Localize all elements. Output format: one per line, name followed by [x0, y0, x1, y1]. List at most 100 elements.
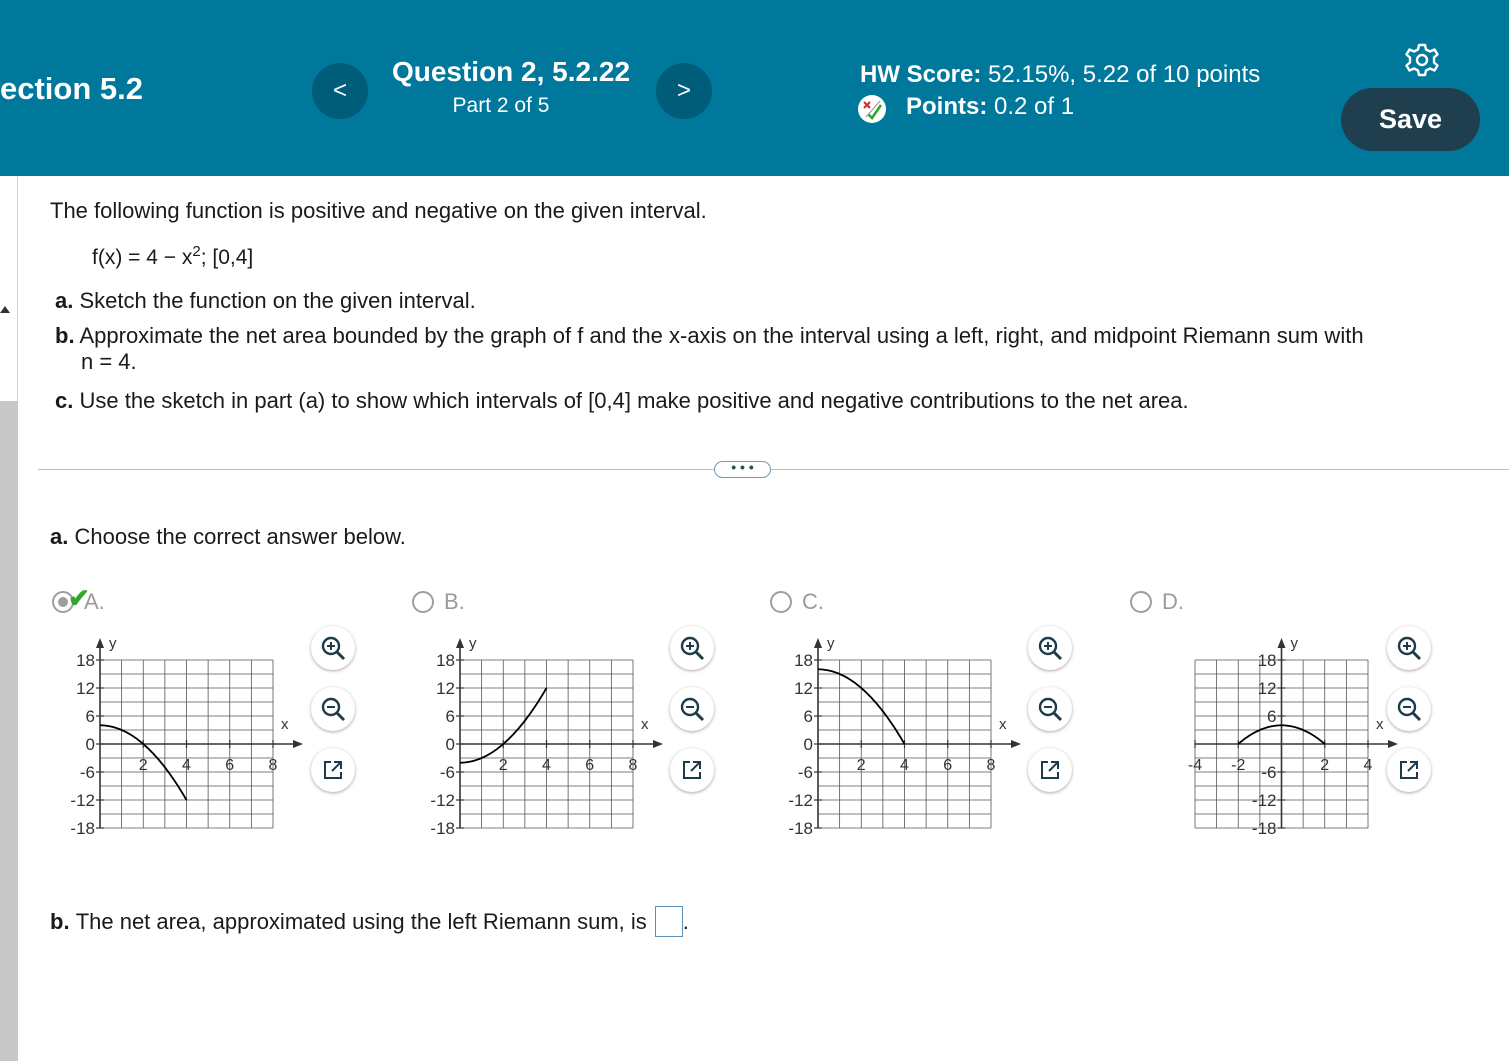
- x-tick-label: 4: [900, 757, 909, 774]
- graph-c: x y 18 12 6 0 -6 -12 -18 2 4 6 8: [788, 635, 1021, 838]
- scroll-up-arrow-icon[interactable]: [0, 306, 10, 313]
- section-title: ection 5.2: [0, 71, 143, 106]
- y-tick-label: 6: [1267, 707, 1276, 726]
- hw-score-label: HW Score:: [860, 61, 982, 88]
- x-axis-arrow: [1388, 740, 1398, 748]
- divider: [38, 469, 1509, 470]
- previous-question-button[interactable]: <: [312, 63, 368, 119]
- y-tick-label: -18: [1252, 819, 1277, 838]
- external-link-icon: [1397, 758, 1421, 782]
- x-tick-label: 4: [1364, 757, 1373, 774]
- zoom-in-button[interactable]: [311, 626, 355, 670]
- y-tick-label: -18: [430, 819, 455, 838]
- zoom-out-icon: [1396, 696, 1422, 722]
- y-tick-label: 12: [1258, 679, 1277, 698]
- external-link-button[interactable]: [311, 748, 355, 792]
- choice-a[interactable]: ✔ A.: [52, 583, 105, 615]
- chevron-left-icon: <: [332, 77, 347, 104]
- y-axis-arrow: [96, 638, 104, 648]
- x-tick-label: 8: [269, 757, 278, 774]
- y-tick-label: -6: [80, 763, 95, 782]
- radio-b[interactable]: [412, 591, 434, 613]
- problem-item-a: a. Sketch the function on the given inte…: [55, 288, 476, 314]
- graph-b: x y 18 12 6 0 -6 -12 -18 2 4 6 8: [430, 635, 663, 838]
- graph-a: x y 18 12 6 0 -6 -12 -18 2 4 6 8: [70, 635, 303, 838]
- top-bar: ection 5.2 < Question 2, 5.2.22 Part 2 o…: [0, 0, 1509, 176]
- scrollbar-thumb[interactable]: [0, 401, 18, 1061]
- graph-d: x y 18 12 6 -6 -12 -18 -4 -2 2 4: [1188, 635, 1398, 838]
- zoom-in-icon: [679, 635, 705, 661]
- choice-b-label: B.: [444, 589, 465, 614]
- item-a-text: Sketch the function on the given interva…: [79, 288, 476, 313]
- external-link-button[interactable]: [670, 748, 714, 792]
- item-b-label: b.: [55, 323, 75, 348]
- radio-a[interactable]: ✔: [52, 583, 90, 613]
- choice-d[interactable]: D.: [1130, 589, 1184, 615]
- y-tick-label: 0: [446, 735, 455, 754]
- y-axis-label: y: [109, 635, 117, 652]
- radio-d[interactable]: [1130, 591, 1152, 613]
- x-axis-arrow: [1011, 740, 1021, 748]
- zoom-out-icon: [679, 696, 705, 722]
- external-link-button[interactable]: [1387, 748, 1431, 792]
- y-tick-label: -6: [440, 763, 455, 782]
- y-tick-label: 18: [794, 651, 813, 670]
- y-tick-label: -18: [70, 819, 95, 838]
- zoom-in-button[interactable]: [1028, 626, 1072, 670]
- zoom-in-icon: [320, 635, 346, 661]
- part-a-label: a.: [50, 524, 69, 549]
- part-b-suffix: .: [682, 908, 689, 934]
- problem-item-c: c. Use the sketch in part (a) to show wh…: [55, 388, 1189, 414]
- question-part: Part 2 of 5: [452, 94, 550, 117]
- y-axis-arrow: [456, 638, 464, 648]
- save-button[interactable]: Save: [1341, 88, 1480, 151]
- item-b-text: Approximate the net area bounded by the …: [79, 323, 1364, 348]
- x-tick-label: 4: [542, 757, 551, 774]
- points: Points: 0.2 of 1: [906, 93, 1074, 121]
- choice-c[interactable]: C.: [770, 589, 824, 615]
- next-question-button[interactable]: >: [656, 63, 712, 119]
- expand-ellipsis-button[interactable]: • • •: [714, 460, 771, 478]
- zoom-out-button[interactable]: [1028, 687, 1072, 731]
- y-tick-label: 0: [86, 735, 95, 754]
- zoom-in-icon: [1037, 635, 1063, 661]
- y-tick-label: 6: [804, 707, 813, 726]
- choice-c-label: C.: [802, 589, 824, 614]
- external-link-icon: [1038, 758, 1062, 782]
- external-link-button[interactable]: [1028, 748, 1072, 792]
- zoom-out-button[interactable]: [1387, 687, 1431, 731]
- item-c-text: Use the sketch in part (a) to show which…: [79, 388, 1189, 413]
- x-tick-label: 8: [629, 757, 638, 774]
- problem-intro: The following function is positive and n…: [50, 198, 707, 223]
- x-tick-label: -2: [1231, 757, 1245, 774]
- function-definition: f(x) = 4 − x2; [0,4]: [92, 243, 253, 270]
- y-tick-label: -12: [430, 791, 455, 810]
- gear-icon[interactable]: [1404, 42, 1440, 78]
- zoom-in-button[interactable]: [1387, 626, 1431, 670]
- function-lhs: f(x) = 4 − x: [92, 246, 193, 269]
- answer-input[interactable]: [654, 906, 683, 937]
- zoom-in-button[interactable]: [670, 626, 714, 670]
- zoom-out-button[interactable]: [311, 687, 355, 731]
- y-axis-arrow: [814, 638, 822, 648]
- y-axis-label: y: [827, 635, 835, 652]
- partial-credit-icon: [858, 95, 886, 123]
- zoom-out-icon: [1037, 696, 1063, 722]
- x-axis-arrow: [293, 740, 303, 748]
- left-scrollbar[interactable]: [0, 176, 18, 1061]
- y-tick-label: 18: [76, 651, 95, 670]
- function-rhs: ; [0,4]: [200, 246, 254, 269]
- x-tick-label: 6: [943, 757, 952, 774]
- choice-d-label: D.: [1162, 589, 1184, 614]
- y-tick-label: -6: [798, 763, 813, 782]
- y-tick-label: 12: [436, 679, 455, 698]
- x-tick-label: 6: [585, 757, 594, 774]
- radio-c[interactable]: [770, 591, 792, 613]
- zoom-in-icon: [1396, 635, 1422, 661]
- choice-b[interactable]: B.: [412, 589, 465, 615]
- problem-item-b: b. Approximate the net area bounded by t…: [55, 323, 1364, 375]
- y-tick-label: 18: [1258, 651, 1277, 670]
- zoom-out-button[interactable]: [670, 687, 714, 731]
- function-exponent: 2: [192, 243, 201, 260]
- part-a-prompt: a. Choose the correct answer below.: [50, 524, 406, 550]
